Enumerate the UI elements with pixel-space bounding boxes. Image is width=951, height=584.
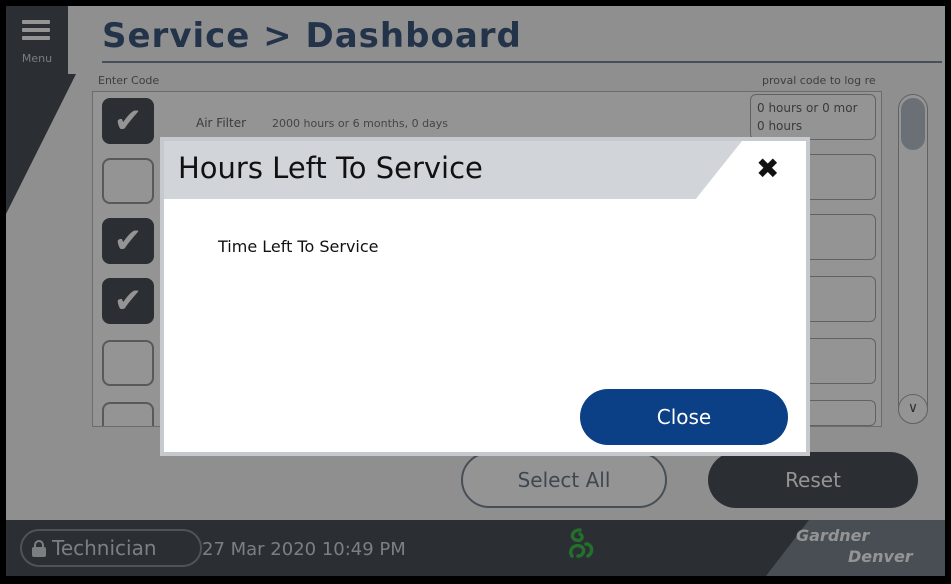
dialog-body-text: Time Left To Service — [218, 237, 379, 256]
hours-left-dialog: Hours Left To Service ✖ Time Left To Ser… — [160, 137, 810, 456]
dialog-title: Hours Left To Service — [178, 151, 483, 185]
service-dashboard-screen: Menu Service > Dashboard Enter Code prov… — [6, 6, 945, 576]
dialog-titlebar: Hours Left To Service ✖ — [164, 141, 806, 199]
close-x-icon[interactable]: ✖ — [756, 155, 779, 183]
dialog-close-button[interactable]: Close — [580, 389, 788, 445]
